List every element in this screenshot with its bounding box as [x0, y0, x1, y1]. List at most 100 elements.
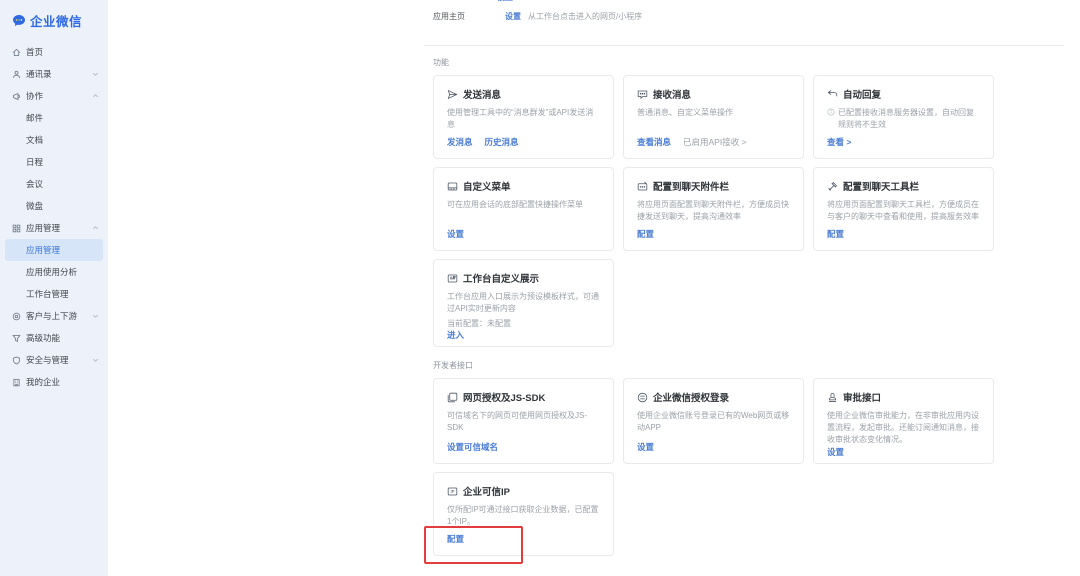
sidebar-item-label: 应用管理: [26, 222, 60, 234]
sidebar-item-label: 安全与管理: [26, 354, 69, 366]
card-desc: 仅所配IP可通过接口获取企业数据，已配置1个IP。: [447, 504, 600, 528]
sidebar-item-contacts[interactable]: 通讯录: [0, 63, 108, 85]
developer-section-label: 开发者接口: [433, 360, 993, 371]
sidebar-item-workbench-management[interactable]: 工作台管理: [0, 283, 108, 305]
sidebar-item-security-management[interactable]: 安全与管理: [0, 349, 108, 371]
sidebar-item-app-usage-analytics[interactable]: 应用使用分析: [0, 261, 108, 283]
chat-toolbar-icon: [827, 181, 838, 192]
sidebar-nav: 首页 通讯录 协作 邮件: [0, 41, 108, 393]
sidebar-item-label: 工作台管理: [26, 288, 69, 300]
customers-icon: [12, 312, 21, 321]
view-messages-link[interactable]: 查看消息: [637, 136, 671, 148]
card-title: 审批接口: [843, 390, 881, 404]
sidebar-item-drive[interactable]: 微盘: [0, 195, 108, 217]
building-icon: [12, 378, 21, 387]
app-home-label: 应用主页: [433, 11, 505, 23]
sidebar-item-meeting[interactable]: 会议: [0, 173, 108, 195]
sidebar: 企业微信 首页 通讯录: [0, 0, 108, 576]
app-logo[interactable]: 企业微信: [0, 0, 108, 30]
trusted-ip-config-link[interactable]: 配置: [447, 533, 464, 545]
card-title: 自动回复: [843, 87, 881, 101]
features-cards-grid: 发送消息 使用管理工具中的“消息群发”或API发送消息 发消息 历史消息 接收消…: [433, 75, 993, 251]
trusted-domain-settings-link[interactable]: 设置可信域名: [447, 441, 498, 453]
workbench-display-icon: [447, 273, 458, 284]
card-title: 配置到聊天附件栏: [653, 179, 729, 193]
attachment-bar-config-link[interactable]: 配置: [637, 228, 654, 240]
shield-icon: [12, 356, 21, 365]
workbench-enter-link[interactable]: 进入: [447, 329, 464, 341]
sidebar-item-app-management[interactable]: 应用管理: [5, 239, 103, 261]
card-title: 发送消息: [463, 87, 501, 101]
chevron-down-icon: [92, 357, 99, 364]
receive-message-icon: [637, 89, 648, 100]
wework-login-icon: [637, 392, 648, 403]
send-icon: [447, 89, 458, 100]
card-desc: 已配置接收消息服务器设置，自动回复规则将不生效: [838, 107, 980, 131]
app-home-settings-link[interactable]: 设置: [505, 11, 521, 23]
approval-settings-link[interactable]: 设置: [827, 446, 844, 458]
sidebar-item-label: 通讯录: [26, 68, 52, 80]
web-auth-icon: [447, 392, 458, 403]
sidebar-item-label: 应用使用分析: [26, 266, 77, 278]
sidebar-group-app-management[interactable]: 应用管理: [0, 217, 108, 239]
app-home-row: 应用主页 设置 从工作台点击进入的网页/小程序: [433, 0, 993, 23]
card-desc: 将应用页面配置到聊天附件栏，方便成员快捷发送到聊天，提高沟通效率: [637, 199, 790, 223]
sidebar-item-label: 日程: [26, 156, 43, 168]
card-chat-toolbar: 配置到聊天工具栏 将应用页面配置到聊天工具栏，方便成员在与客户的聊天中查看和使用…: [813, 167, 994, 251]
card-title: 网页授权及JS-SDK: [463, 390, 545, 404]
current-config-value: 未配置: [487, 319, 511, 328]
current-config-line: 当前配置：未配置: [447, 318, 600, 329]
sidebar-item-my-company[interactable]: 我的企业: [0, 371, 108, 393]
card-web-auth-jssdk: 网页授权及JS-SDK 可信域名下的网页可使用网页授权及JS-SDK 设置可信域…: [433, 378, 614, 464]
sidebar-item-label: 协作: [26, 90, 43, 102]
card-desc: 使用管理工具中的“消息群发”或API发送消息: [447, 107, 600, 131]
features-section-label: 功能: [433, 57, 993, 68]
card-custom-menu: 自定义菜单 可在应用会话的底部配置快捷操作菜单 设置: [433, 167, 614, 251]
sidebar-item-label: 客户与上下游: [26, 310, 77, 322]
card-title: 企业可信IP: [463, 484, 510, 498]
sidebar-item-advanced-features[interactable]: 高级功能: [0, 327, 108, 349]
sidebar-item-label: 邮件: [26, 112, 43, 124]
apps-grid-icon: [12, 224, 21, 233]
card-chat-attachment-bar: 配置到聊天附件栏 将应用页面配置到聊天附件栏，方便成员快捷发送到聊天，提高沟通效…: [623, 167, 804, 251]
toolbar-config-link[interactable]: 配置: [827, 228, 844, 240]
app-home-desc: 从工作台点击进入的网页/小程序: [528, 11, 642, 23]
sidebar-item-docs[interactable]: 文档: [0, 129, 108, 151]
card-desc: 可在应用会话的底部配置快捷操作菜单: [447, 199, 583, 211]
sidebar-item-label: 我的企业: [26, 376, 60, 388]
chevron-up-icon: [92, 93, 99, 100]
card-title: 企业微信授权登录: [653, 390, 729, 404]
view-auto-reply-link[interactable]: 查看 >: [827, 136, 851, 148]
auth-login-settings-link[interactable]: 设置: [637, 441, 654, 453]
card-trusted-ip: IP 企业可信IP 仅所配IP可通过接口获取企业数据，已配置1个IP。 配置: [433, 472, 614, 556]
card-desc: 将应用页面配置到聊天工具栏，方便成员在与客户的聊天中查看和使用，提高服务效率: [827, 199, 980, 223]
chevron-up-icon: [92, 225, 99, 232]
card-workbench-display: 工作台自定义展示 工作台应用入口展示为预设模板样式，可通过API实时更新内容 当…: [433, 259, 614, 347]
approval-icon: [827, 392, 838, 403]
sidebar-item-schedule[interactable]: 日程: [0, 151, 108, 173]
chat-attachment-bar-icon: [637, 181, 648, 192]
sidebar-item-mail[interactable]: 邮件: [0, 107, 108, 129]
wework-admin-page: 企业微信 首页 通讯录: [0, 0, 1080, 576]
contacts-icon: [12, 70, 21, 79]
sidebar-item-label: 文档: [26, 134, 43, 146]
custom-menu-settings-link[interactable]: 设置: [447, 228, 464, 240]
sidebar-item-customers[interactable]: 客户与上下游: [0, 305, 108, 327]
card-title: 自定义菜单: [463, 179, 511, 193]
sidebar-item-home[interactable]: 首页: [0, 41, 108, 63]
app-logo-text: 企业微信: [30, 11, 82, 30]
card-desc: 使用企业微信账号登录已有的Web网页或移动APP: [637, 410, 790, 434]
chevron-down-icon: [92, 71, 99, 78]
card-desc: 工作台应用入口展示为预设模板样式，可通过API实时更新内容: [447, 291, 600, 315]
sidebar-item-collaboration[interactable]: 协作: [0, 85, 108, 107]
sidebar-item-label: 会议: [26, 178, 43, 190]
wework-logo-icon: [12, 14, 26, 28]
card-desc: 可信域名下的网页可使用网页授权及JS-SDK: [447, 410, 600, 434]
history-message-link[interactable]: 历史消息: [485, 136, 519, 148]
card-approval-api: 审批接口 使用企业微信审批能力，在非审批应用内设置流程，发起审批。还能订阅通知消…: [813, 378, 994, 464]
collaboration-icon: [12, 92, 21, 101]
card-title: 配置到聊天工具栏: [843, 179, 919, 193]
send-message-link[interactable]: 发消息: [447, 136, 473, 148]
card-desc: 普通消息、自定义菜单操作: [637, 107, 733, 119]
api-receive-enabled-link[interactable]: 已启用API接收 >: [683, 136, 747, 148]
